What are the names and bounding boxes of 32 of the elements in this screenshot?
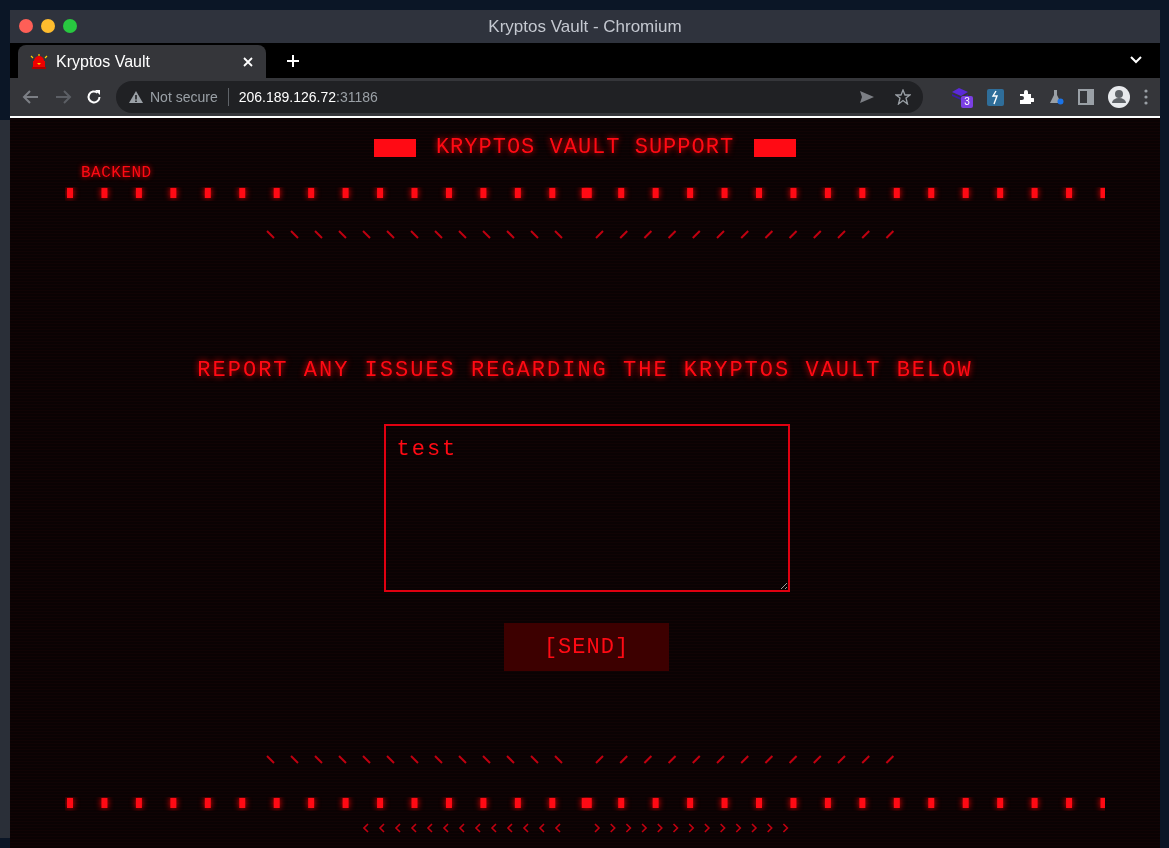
page-heading: REPORT ANY ISSUES REGARDING THE KRYPTOS VAULT BELOW xyxy=(197,358,973,384)
title-bar-ornament xyxy=(373,139,416,157)
title-bar-ornament xyxy=(754,139,797,157)
address-bar[interactable]: Not secure 206.189.126.72:31186 xyxy=(116,81,923,113)
star-icon[interactable] xyxy=(895,89,911,105)
side-panel-icon[interactable] xyxy=(1078,89,1094,105)
chevron-down-icon[interactable] xyxy=(1129,55,1143,65)
url-text: 206.189.126.72:31186 xyxy=(238,87,378,107)
browser-tab[interactable]: Kryptos Vault xyxy=(18,45,266,78)
window-title: Kryptos Vault - Chromium xyxy=(488,15,682,38)
send-button[interactable]: [SEND] xyxy=(504,623,669,671)
warning-icon[interactable] xyxy=(128,90,144,104)
close-icon[interactable] xyxy=(242,55,254,68)
message-field[interactable]: test xyxy=(383,424,790,592)
flask-icon[interactable] xyxy=(1048,89,1064,105)
send-icon[interactable] xyxy=(859,90,875,104)
maximize-button[interactable] xyxy=(63,19,77,33)
extension-button[interactable]: 3 xyxy=(951,87,973,107)
backend-link[interactable]: BACKEND xyxy=(81,163,152,183)
reload-icon[interactable] xyxy=(86,89,102,105)
extension-badge: 3 xyxy=(961,96,973,108)
profile-icon[interactable] xyxy=(1108,86,1130,108)
minimize-button[interactable] xyxy=(41,19,55,33)
close-button[interactable] xyxy=(19,19,33,33)
tab-title: Kryptos Vault xyxy=(56,51,151,72)
back-icon[interactable] xyxy=(22,89,40,105)
alarm-icon xyxy=(30,53,48,70)
puzzle-icon[interactable] xyxy=(1018,89,1034,105)
more-icon[interactable] xyxy=(1144,89,1148,105)
new-tab-icon[interactable] xyxy=(286,54,300,68)
page-title: KRYPTOS VAULT SUPPORT xyxy=(435,135,735,161)
security-label: Not secure xyxy=(150,87,218,107)
